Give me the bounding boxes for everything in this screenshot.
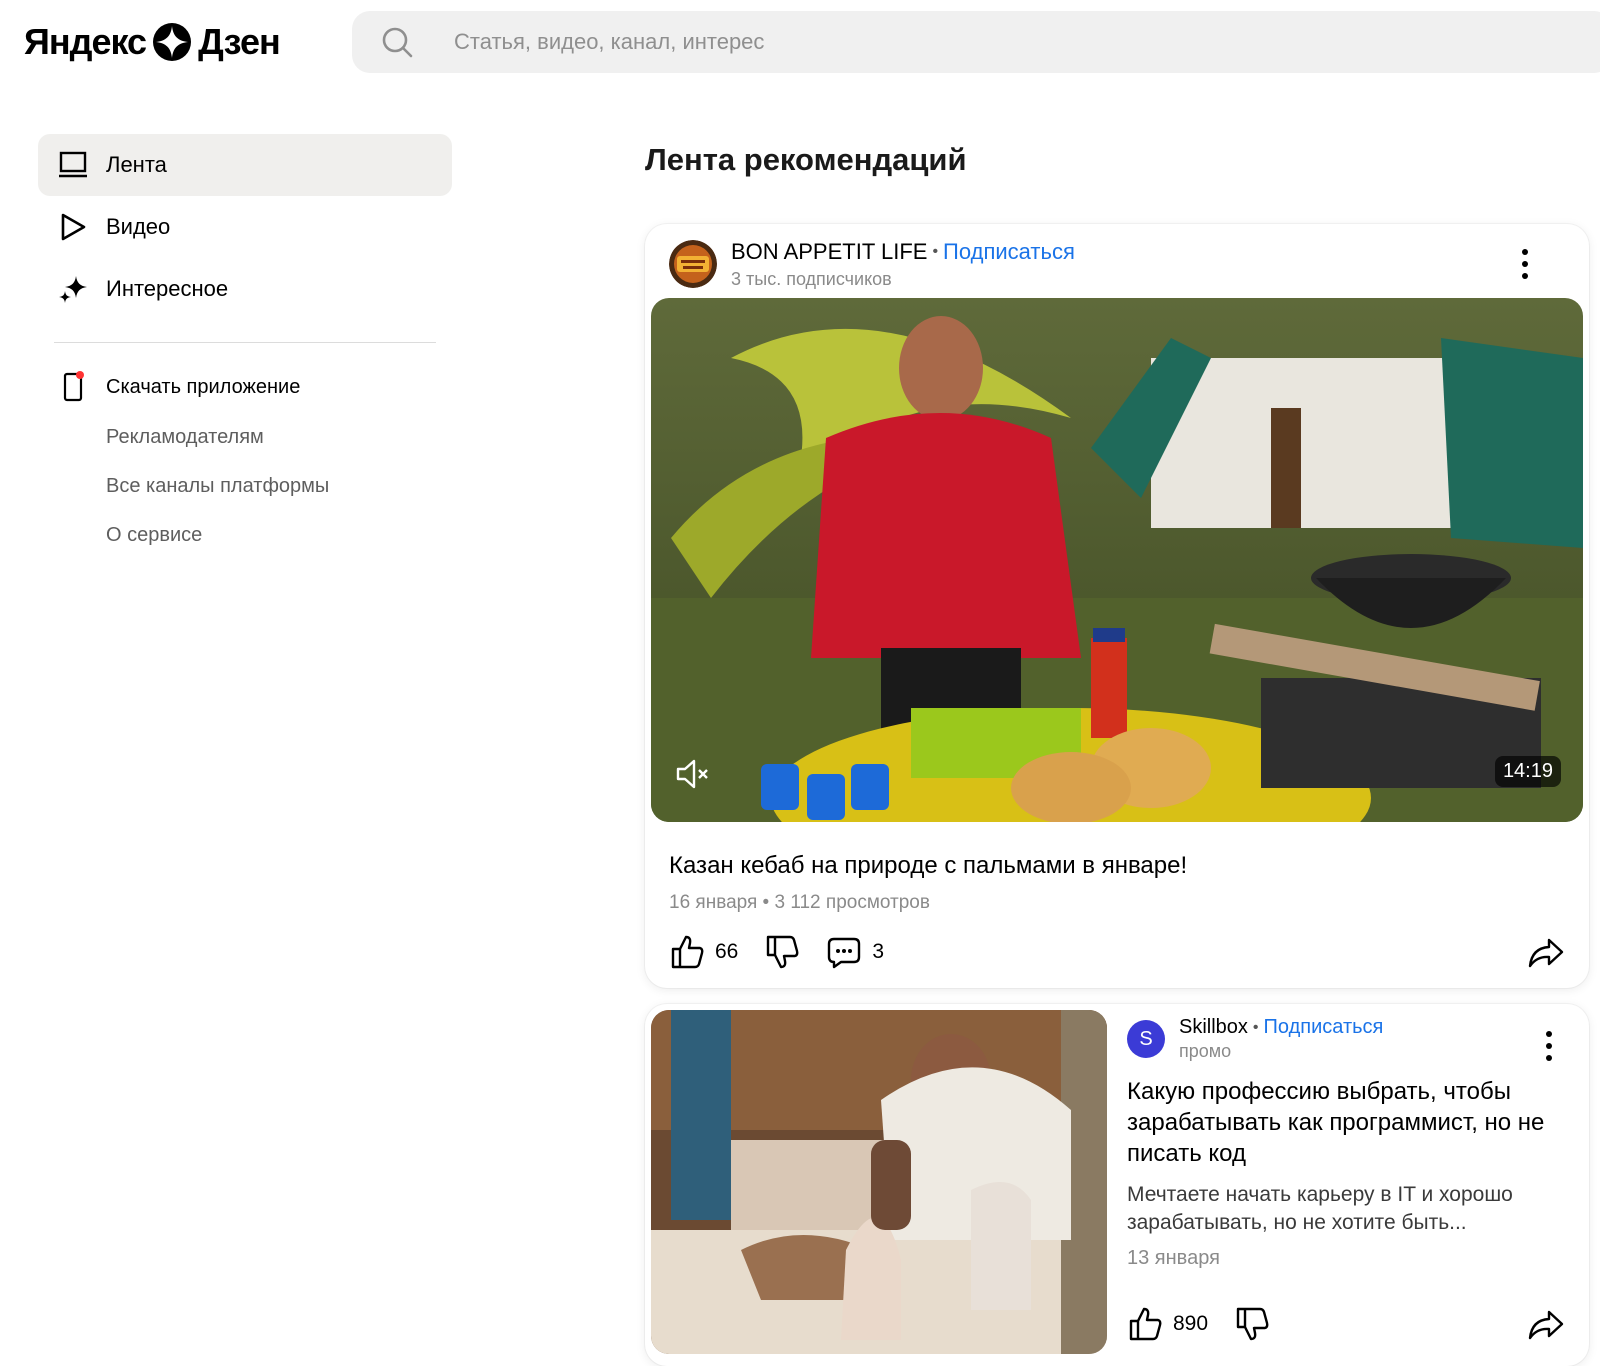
search-icon[interactable] xyxy=(380,25,414,59)
channel-header: S Skillbox • Подписаться промо xyxy=(1127,1016,1571,1062)
video-thumbnail xyxy=(651,298,1583,822)
post-title[interactable]: Какую профессию выбрать, чтобы зарабатыв… xyxy=(1127,1076,1571,1169)
sidebar-item-interesting[interactable]: Интересное xyxy=(38,258,452,320)
share-icon[interactable] xyxy=(1527,934,1565,972)
post-date: 13 января xyxy=(1127,1247,1220,1269)
advertisers-link[interactable]: Рекламодателям xyxy=(38,413,452,462)
comment-count: 3 xyxy=(872,940,885,963)
sidebar-item-label: Лента xyxy=(106,152,167,177)
comments-button[interactable]: 3 xyxy=(826,934,884,970)
logo-text-yandex: Яндекс xyxy=(24,21,147,62)
separator-dot: • xyxy=(932,242,939,260)
post-actions: 890 xyxy=(1127,1302,1565,1346)
thumbs-down-icon xyxy=(1236,1307,1269,1341)
post-actions: 66 3 xyxy=(669,930,1565,974)
more-options-icon[interactable] xyxy=(1515,244,1535,284)
download-app-link[interactable]: Скачать приложение xyxy=(38,365,452,409)
promo-label: промо xyxy=(1179,1041,1232,1061)
subscriber-count: 3 тыс. подписчиков xyxy=(731,268,892,289)
sidebar-item-feed[interactable]: Лента xyxy=(38,134,452,196)
all-channels-link[interactable]: Все каналы платформы xyxy=(38,462,452,511)
share-icon[interactable] xyxy=(1527,1306,1565,1344)
download-app-label: Скачать приложение xyxy=(106,375,301,398)
like-count: 890 xyxy=(1173,1312,1209,1335)
dislike-button[interactable] xyxy=(764,934,800,970)
like-count: 66 xyxy=(715,940,739,963)
search-bar[interactable] xyxy=(352,11,1600,73)
video-duration: 14:19 xyxy=(1494,756,1561,787)
mute-icon[interactable] xyxy=(673,754,713,794)
sparkle-icon xyxy=(56,272,90,306)
sidebar-item-label: Интересное xyxy=(106,276,229,301)
channel-avatar[interactable]: S xyxy=(1127,1020,1165,1058)
subscribe-button[interactable]: Подписаться xyxy=(1264,1016,1384,1039)
channel-avatar[interactable] xyxy=(669,240,717,288)
promo-image[interactable] xyxy=(651,1010,1107,1354)
sidebar-divider xyxy=(54,342,436,343)
video-player[interactable]: 14:19 xyxy=(651,298,1583,822)
post-meta: 16 января • 3 112 просмотров xyxy=(669,892,930,913)
like-button[interactable]: 66 xyxy=(669,934,738,970)
thumbs-down-icon xyxy=(767,935,799,969)
page-title: Лента рекомендаций xyxy=(645,142,967,177)
thumbs-up-icon xyxy=(1129,1307,1162,1341)
search-input[interactable] xyxy=(454,29,1354,55)
dislike-button[interactable] xyxy=(1234,1306,1270,1342)
like-button[interactable]: 890 xyxy=(1127,1306,1208,1342)
promo-content: S Skillbox • Подписаться промо Какую про… xyxy=(1127,1016,1571,1270)
feed-post-video: BON APPETIT LIFE • Подписаться 3 тыс. по… xyxy=(645,224,1589,988)
feed-icon xyxy=(56,148,90,182)
yandex-zen-logo[interactable]: Яндекс Дзен xyxy=(24,18,281,66)
channel-header: BON APPETIT LIFE • Подписаться 3 тыс. по… xyxy=(669,234,1565,294)
about-service-link[interactable]: О сервисе xyxy=(38,511,452,560)
sidebar-item-label: Видео xyxy=(106,214,171,239)
channel-name[interactable]: BON APPETIT LIFE xyxy=(731,239,927,265)
post-description: Мечтаете начать карьеру в IT и хорошо за… xyxy=(1127,1183,1513,1234)
more-options-icon[interactable] xyxy=(1539,1026,1559,1066)
pottery-thumbnail xyxy=(651,1010,1107,1354)
thumbs-up-icon xyxy=(671,935,704,969)
comment-icon xyxy=(828,937,861,969)
channel-name[interactable]: Skillbox xyxy=(1179,1016,1248,1039)
logo-text-zen: Дзен xyxy=(198,21,281,62)
separator-dot: • xyxy=(1252,1018,1259,1036)
sidebar: Лента Видео Интересное Скачать приложени… xyxy=(38,134,452,560)
sidebar-item-video[interactable]: Видео xyxy=(38,196,452,258)
phone-icon xyxy=(56,370,90,404)
subscribe-button[interactable]: Подписаться xyxy=(943,239,1075,265)
post-title[interactable]: Казан кебаб на природе с пальмами в янва… xyxy=(669,852,1187,880)
play-icon xyxy=(56,210,90,244)
feed-post-promo: S Skillbox • Подписаться промо Какую про… xyxy=(645,1004,1589,1366)
zen-star-icon xyxy=(153,23,192,61)
